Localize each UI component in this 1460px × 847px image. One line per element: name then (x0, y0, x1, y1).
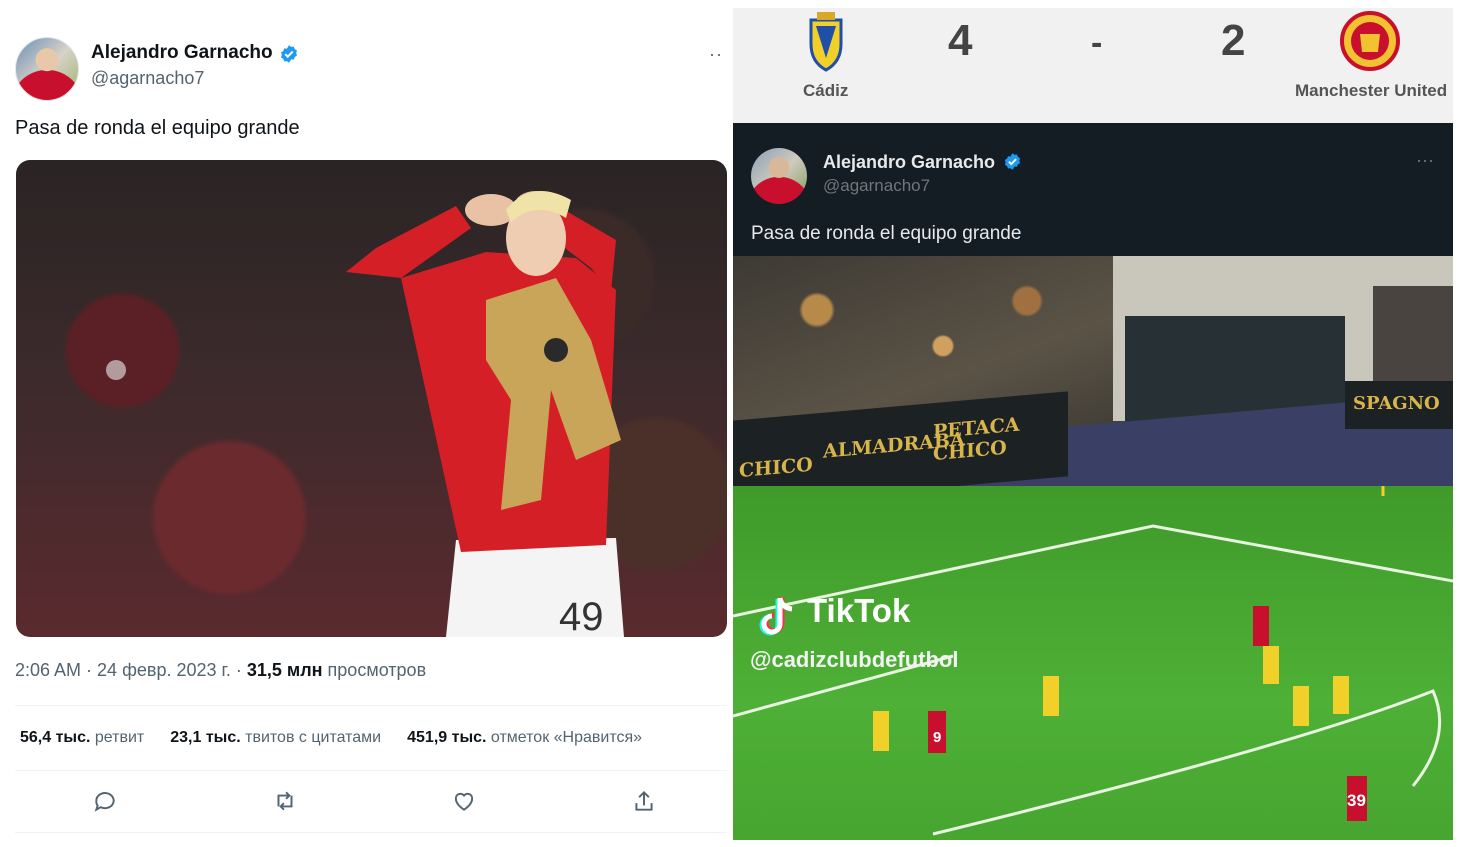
author-name: Alejandro Garnacho (823, 152, 996, 172)
share-icon (635, 790, 653, 811)
like-button[interactable] (451, 788, 477, 819)
tweet-date[interactable]: 24 февр. 2023 г. (97, 660, 231, 680)
player-number: 39 (1347, 791, 1366, 810)
tiktok-logo-icon (759, 597, 793, 636)
tweet-photo[interactable]: 49 (16, 160, 727, 637)
ad-board: SPAGNO (1345, 381, 1453, 429)
video-frame: CHICO ALMADRABA PETACA CHICO SPAGNO 9 39 (733, 256, 1453, 840)
quotes-stat[interactable]: 23,1 тыс. твитов с цитатами (170, 729, 381, 747)
meta-separator: · (230, 660, 247, 680)
tweet-meta: 2:06 AM · 24 февр. 2023 г. · 31,5 млн пр… (15, 660, 426, 681)
retweet-icon (277, 791, 293, 811)
retweet-button[interactable] (272, 788, 298, 819)
share-button[interactable] (631, 788, 657, 819)
tweet-time[interactable]: 2:06 AM (15, 660, 81, 680)
cadiz-crest-icon (809, 12, 843, 72)
views-label: просмотров (322, 660, 427, 680)
verified-badge-icon (1004, 153, 1021, 170)
author-handle: @agarnacho7 (823, 176, 931, 195)
retweets-label: ретвит (90, 729, 145, 746)
shirt-number: 49 (559, 595, 604, 637)
ad-text: PETACA CHICO (933, 413, 1020, 466)
more-icon: ··· (1416, 150, 1434, 170)
author-name[interactable]: Alejandro Garnacho (91, 42, 273, 64)
away-team-name: Manchester United (1295, 81, 1448, 100)
ad-text: CHICO (739, 453, 813, 483)
tweet-stats: 56,4 тыс. ретвит 23,1 тыс. твитов с цита… (20, 729, 642, 747)
retweets-stat[interactable]: 56,4 тыс. ретвит (20, 729, 144, 747)
likes-count: 451,9 тыс. (407, 729, 487, 746)
avatar (751, 148, 807, 204)
player-number: 9 (933, 729, 941, 746)
tweet-text: Pasa de ronda el equipo grande (751, 223, 1022, 244)
home-team-name: Cádiz (803, 81, 849, 100)
divider (15, 832, 727, 833)
tweet-card: Alejandro Garnacho @agarnacho7 ·· Pasa d… (0, 0, 733, 847)
verified-badge-icon (281, 45, 297, 63)
ad-text: SPAGNO (1353, 393, 1440, 414)
author-handle[interactable]: @agarnacho7 (91, 68, 204, 89)
like-icon (454, 792, 474, 811)
views-count: 31,5 млн (246, 660, 323, 680)
tiktok-handle: @cadizclubdefutbol (750, 647, 959, 672)
likes-stat[interactable]: 451,9 тыс. отметок «Нравится» (407, 729, 642, 747)
quotes-count: 23,1 тыс. (170, 729, 241, 746)
quotes-label: твитов с цитатами (240, 729, 382, 746)
embedded-tweet: Alejandro Garnacho @agarnacho7 ··· Pasa … (733, 123, 1453, 256)
home-score: 4 (948, 16, 973, 65)
away-score: 2 (1221, 16, 1246, 65)
man-utd-crest-icon (1340, 11, 1400, 71)
meta-separator: · (81, 660, 98, 680)
divider (15, 770, 727, 771)
tiktok-brand: TikTok (807, 592, 911, 629)
avatar[interactable] (15, 37, 79, 101)
reply-icon (94, 792, 115, 812)
score-separator: - (1091, 24, 1103, 62)
likes-label: отметок «Нравится» (486, 729, 643, 746)
more-icon[interactable]: ·· (709, 44, 723, 65)
reply-button[interactable] (92, 788, 118, 819)
match-video-screenshot: Cádiz 4 - 2 Manchester United Alejandro … (733, 8, 1453, 840)
retweets-count: 56,4 тыс. (20, 729, 91, 746)
stands (1373, 286, 1453, 386)
divider (15, 705, 727, 706)
player-illustration: 49 (106, 191, 624, 637)
tweet-text: Pasa de ronda el equipo grande (15, 117, 300, 139)
scoreboard: Cádiz 4 - 2 Manchester United (733, 8, 1453, 123)
